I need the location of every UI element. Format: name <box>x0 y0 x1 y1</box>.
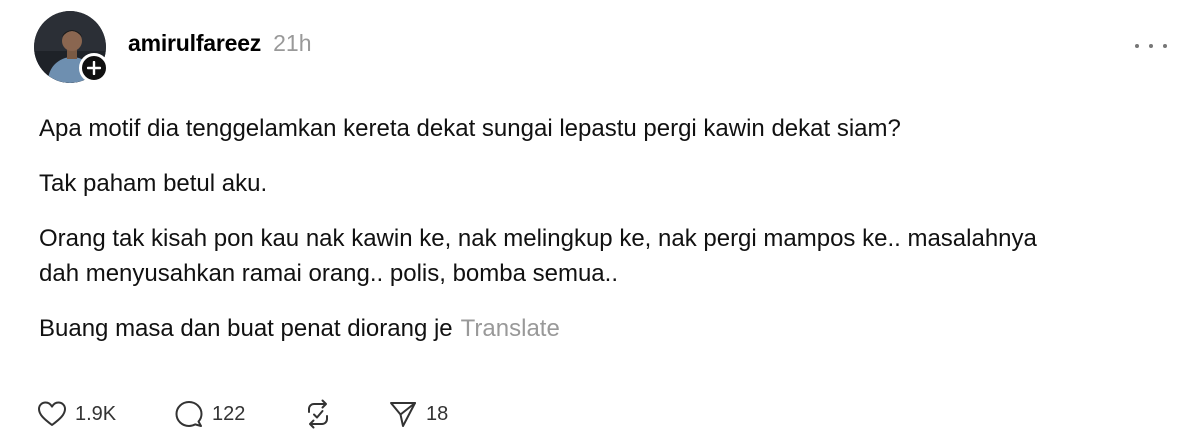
plus-icon <box>87 61 101 75</box>
more-icon-dot <box>1163 44 1167 48</box>
reply-button[interactable]: 122 <box>174 399 304 429</box>
send-icon <box>390 402 416 427</box>
follow-button[interactable] <box>79 53 109 83</box>
post-body: Apa motif dia tenggelamkan kereta dekat … <box>39 111 1159 366</box>
repost-button[interactable] <box>304 399 388 429</box>
post-paragraph: Buang masa dan buat penat diorang je <box>39 315 453 342</box>
like-button[interactable]: 1.9K <box>37 400 174 428</box>
heart-icon <box>38 401 66 426</box>
thread-post: amirulfareez 21h Apa motif dia tenggelam… <box>0 0 1200 443</box>
username-link[interactable]: amirulfareez <box>128 30 261 57</box>
share-button[interactable]: 18 <box>388 399 468 429</box>
more-icon-dot <box>1149 44 1153 48</box>
post-header: amirulfareez 21h <box>128 30 311 57</box>
more-options-button[interactable] <box>1135 36 1167 56</box>
action-bar: 1.9K 122 18 <box>37 396 468 432</box>
share-count: 18 <box>426 402 449 425</box>
comment-icon <box>175 401 203 427</box>
post-paragraph: Tak paham betul aku. <box>39 170 268 197</box>
more-icon <box>1135 44 1139 48</box>
translate-link[interactable]: Translate <box>461 315 560 342</box>
post-paragraph: Orang tak kisah pon kau nak kawin ke, na… <box>39 225 1037 287</box>
post-paragraph: Apa motif dia tenggelamkan kereta dekat … <box>39 115 901 142</box>
reply-count: 122 <box>212 402 246 425</box>
post-paragraph-last: Buang masa dan buat penat diorang je Tran… <box>39 311 1159 346</box>
avatar-container <box>34 11 109 83</box>
repost-icon <box>308 399 328 429</box>
timestamp[interactable]: 21h <box>273 30 311 57</box>
like-count: 1.9K <box>75 402 117 425</box>
